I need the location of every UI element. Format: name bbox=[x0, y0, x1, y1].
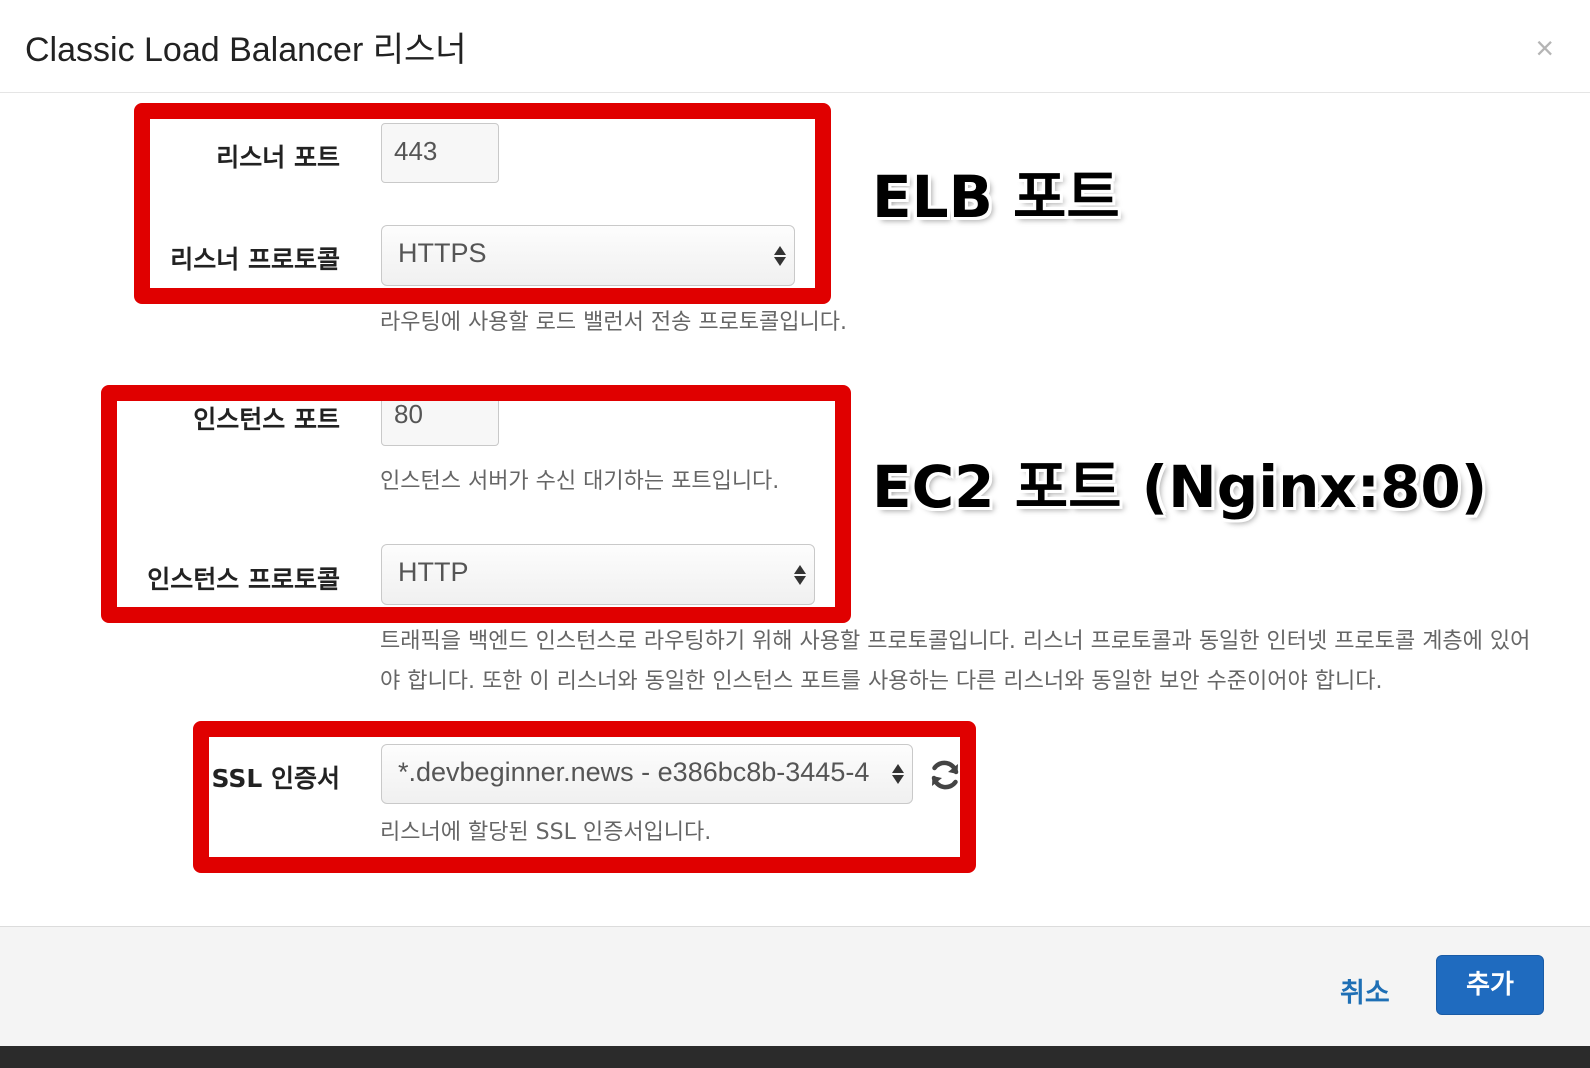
cancel-button[interactable]: 취소 bbox=[1340, 971, 1390, 1010]
instance-protocol-help-line2: 야 합니다. 또한 이 리스너와 동일한 인스턴스 포트를 사용하는 다른 리스… bbox=[380, 669, 1383, 694]
listener-protocol-help: 라우팅에 사용할 로드 밸런서 전송 프로토콜입니다. bbox=[380, 310, 848, 335]
ssl-highlight-box bbox=[193, 721, 976, 873]
close-icon[interactable]: × bbox=[1535, 32, 1554, 64]
ec2-port-highlight-box bbox=[101, 385, 851, 623]
window-bottom-edge bbox=[0, 1046, 1590, 1068]
elb-port-highlight-box bbox=[134, 103, 831, 304]
add-button[interactable]: 추가 bbox=[1436, 955, 1544, 1015]
instance-protocol-help-line1: 트래픽을 백엔드 인스턴스로 라우팅하기 위해 사용할 프로토콜입니다. 리스너… bbox=[380, 629, 1531, 654]
ec2-port-annotation: EC2 포트 (Nginx:80) bbox=[872, 453, 1488, 521]
elb-port-annotation: ELB 포트 bbox=[872, 163, 1120, 231]
modal-footer: 취소 추가 bbox=[0, 926, 1590, 1047]
modal-header: Classic Load Balancer 리스너 × bbox=[0, 0, 1590, 93]
modal-title: Classic Load Balancer 리스너 bbox=[25, 31, 467, 69]
